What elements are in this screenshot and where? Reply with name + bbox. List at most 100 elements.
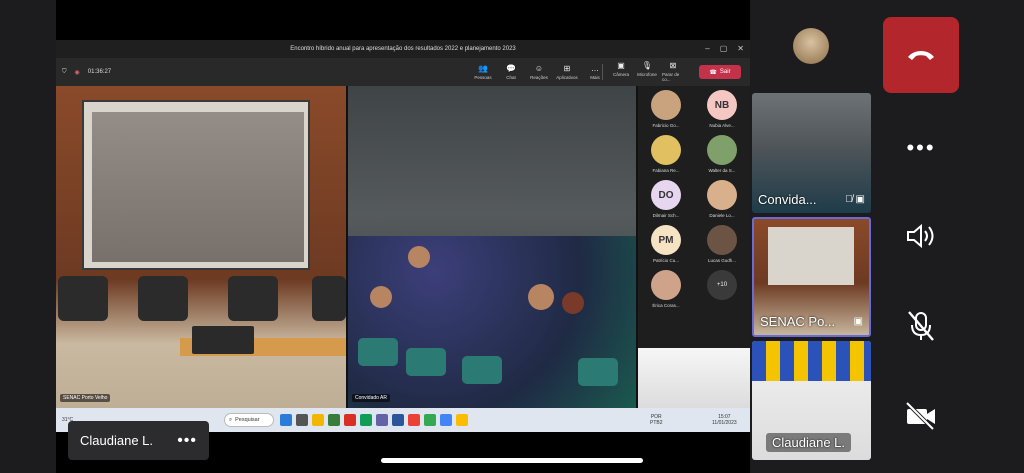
seat [406, 348, 446, 376]
more-icon: ••• [906, 135, 936, 160]
camera-button[interactable]: ▣ Câmera [610, 62, 632, 82]
maximize-icon[interactable]: ▢ [720, 44, 728, 53]
video-off-icon [905, 401, 935, 431]
tile-name-label: Convidado AR [352, 394, 390, 402]
participant-name: Nubia Alve... [709, 123, 735, 128]
roster-participant[interactable]: Érica Coras... [638, 270, 694, 315]
avatar [707, 135, 737, 165]
participant-name: Fabiana Re... [652, 168, 680, 173]
app-icon[interactable] [296, 414, 308, 426]
person [528, 284, 554, 310]
leave-button[interactable]: ☎ Sair [699, 65, 741, 79]
apps-icon: ⊞ [563, 63, 571, 73]
video-tile-room[interactable]: SENAC Porto Velho [56, 86, 346, 408]
stop-sharing-button[interactable]: ⊠ Parar de co... [662, 61, 684, 83]
app-icon[interactable] [328, 414, 340, 426]
person [562, 292, 584, 314]
home-indicator[interactable] [381, 458, 643, 463]
app-icon[interactable] [376, 414, 388, 426]
avatar [651, 135, 681, 165]
person [408, 246, 430, 268]
microphone-icon: 🎙 [641, 61, 653, 70]
app-icon[interactable] [408, 414, 420, 426]
avatar: PM [651, 225, 681, 255]
video-tile-small[interactable] [638, 348, 750, 408]
search-icon: ⌕ [229, 416, 233, 423]
roster-participant[interactable]: Walter da S... [694, 135, 750, 180]
self-name-chip[interactable]: Claudiane L. ••• [68, 421, 209, 460]
taskbar-apps [280, 414, 468, 426]
taskbar-search[interactable]: ⌕ Pesquisar [224, 413, 274, 427]
phone-call-screen: Encontro híbrido anual para apresentação… [0, 0, 1024, 473]
chat-button[interactable]: 💬 Chat [500, 64, 522, 80]
more-participants-button[interactable]: +10 [694, 270, 750, 315]
avatar[interactable] [793, 28, 829, 64]
participant-tile-senac[interactable]: SENAC Po... ▣ [752, 217, 871, 337]
app-icon[interactable] [312, 414, 324, 426]
roster-participant[interactable]: NB Nubia Alve... [694, 90, 750, 135]
app-icon[interactable] [280, 414, 292, 426]
roster-participant[interactable]: Lucas Gudh... [694, 225, 750, 270]
microphone-button[interactable]: 🎙 Microfone [636, 62, 658, 82]
app-icon[interactable] [392, 414, 404, 426]
participant-roster: Fabricio Go... NB Nubia Alve... Fabiana Re.… [638, 86, 750, 348]
app-icon[interactable] [440, 414, 452, 426]
apps-button[interactable]: ⊞ Aplicativos [556, 63, 578, 80]
video-button[interactable] [897, 396, 945, 436]
reactions-icon: ☺ [534, 63, 544, 73]
participant-name: Walter da S... [708, 168, 736, 173]
mic-off-icon [908, 311, 934, 341]
seat [462, 356, 502, 384]
mic-off-icon: 🎙̸ ▣ [845, 194, 865, 205]
app-icon[interactable] [424, 414, 436, 426]
shared-screen: Encontro híbrido anual para apresentação… [56, 0, 750, 473]
avatar [707, 225, 737, 255]
avatar: DO [651, 180, 681, 210]
minimize-icon[interactable]: – [705, 44, 709, 53]
more-options-button[interactable]: ••• [897, 128, 945, 168]
more-icon[interactable]: ••• [177, 432, 197, 450]
tile-name-label: SENAC Porto Velho [60, 394, 111, 402]
close-icon[interactable]: ✕ [737, 44, 744, 53]
person [370, 286, 392, 308]
avatar: NB [707, 90, 737, 120]
roster-participant[interactable]: PM Patrício Cu... [638, 225, 694, 270]
speaker-button[interactable] [897, 216, 945, 256]
mute-button[interactable] [897, 306, 945, 346]
roster-participant[interactable]: Fabiana Re... [638, 135, 694, 180]
teams-title-bar: Encontro híbrido anual para apresentação… [56, 40, 750, 58]
meeting-stage: SENAC Porto Velho Convidado AR Fabricio … [56, 86, 750, 408]
shield-icon: ⛉ [62, 68, 67, 75]
participant-name: Lucas Gudh... [707, 258, 737, 263]
people-button[interactable]: 👥 Pessoas [472, 64, 494, 80]
chair [58, 276, 108, 321]
record-icon: ◉ [74, 69, 80, 76]
video-tile-auditorium[interactable]: Convidado AR [348, 86, 636, 408]
end-call-button[interactable] [883, 17, 959, 93]
laptop [192, 326, 254, 354]
roster-participant[interactable]: Daniele Lo... [694, 180, 750, 225]
stop-share-icon: ⊠ [669, 61, 677, 70]
phone-icon: ☎ [709, 69, 717, 76]
avatar [651, 270, 681, 300]
roster-participant[interactable]: DO Dilmair Sch... [638, 180, 694, 225]
participant-tile-claudiane[interactable]: Claudiane L. [752, 341, 871, 460]
screen-share-icon: ▣ [853, 316, 863, 327]
language-indicator[interactable]: POR PTB2 [650, 414, 663, 426]
seat [358, 338, 398, 366]
taskbar-clock[interactable]: 15:07 11/01/2023 [712, 414, 737, 426]
avatar [651, 90, 681, 120]
chair [312, 276, 346, 321]
window-title: Encontro híbrido anual para apresentação… [290, 46, 516, 52]
camera-icon: ▣ [617, 61, 625, 70]
participant-tile-guest[interactable]: Convida... 🎙̸ ▣ [752, 93, 871, 213]
more-icon: … [591, 63, 599, 73]
chair [228, 276, 278, 321]
app-icon[interactable] [360, 414, 372, 426]
app-icon[interactable] [344, 414, 356, 426]
roster-participant[interactable]: Fabricio Go... [638, 90, 694, 135]
reactions-button[interactable]: ☺ Reações [528, 63, 550, 80]
avatar [707, 180, 737, 210]
participant-name: Fabricio Go... [652, 123, 680, 128]
app-icon[interactable] [456, 414, 468, 426]
